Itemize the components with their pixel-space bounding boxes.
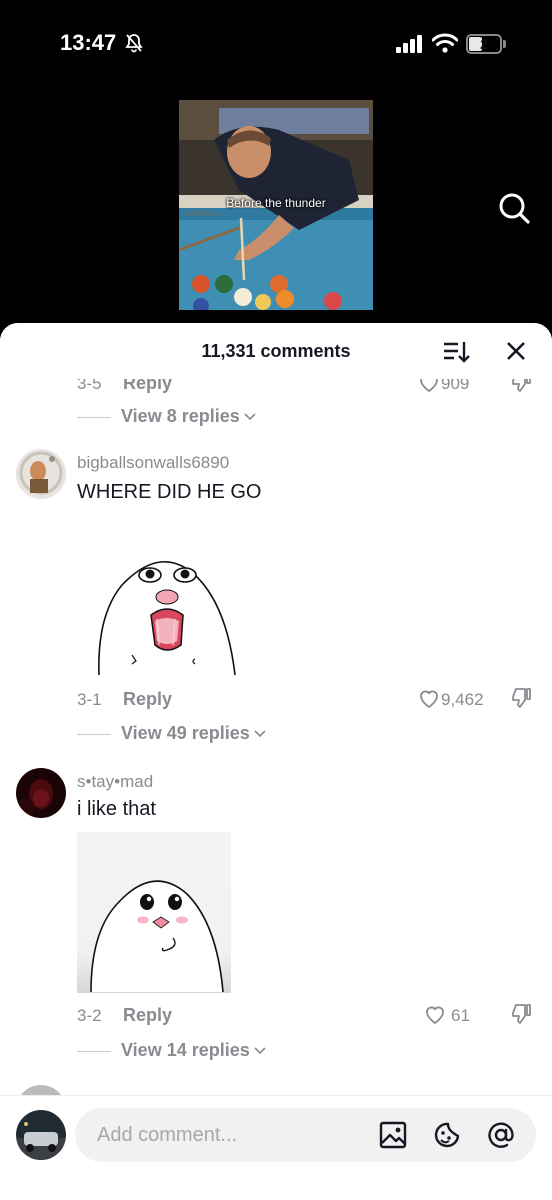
comment-sheet: 3-5 Reply 909 View 8 replies bigballsonw… xyxy=(0,323,552,1200)
dislike-icon[interactable] xyxy=(509,1002,533,1026)
chevron-down-icon xyxy=(254,1047,266,1055)
wifi-icon xyxy=(432,33,458,53)
chevron-down-icon xyxy=(244,413,256,421)
comment-input[interactable]: Add comment... xyxy=(75,1108,536,1162)
avatar[interactable] xyxy=(16,768,66,818)
close-icon[interactable] xyxy=(504,339,528,363)
view-replies-button[interactable]: View 49 replies xyxy=(77,723,377,747)
sort-icon[interactable] xyxy=(442,339,470,365)
view-replies-label: View 8 replies xyxy=(121,406,240,426)
like-count: 61 xyxy=(451,1006,470,1025)
comment-sticker-image[interactable] xyxy=(77,832,231,993)
view-replies-button[interactable]: View 8 replies xyxy=(77,406,377,430)
view-replies-label: View 14 replies xyxy=(121,1040,250,1060)
status-bar: 13:47 2 xyxy=(0,0,552,90)
comment-list[interactable]: 3-5 Reply 909 View 8 replies bigballsonw… xyxy=(0,323,552,1200)
comment-date: 3-1 xyxy=(77,690,102,709)
comment-username[interactable]: s•tay•mad xyxy=(77,772,153,792)
heart-icon[interactable] xyxy=(417,686,441,710)
battery-indicator: 2 xyxy=(466,34,502,54)
avatar[interactable] xyxy=(16,449,66,499)
comment-text: WHERE DID HE GO xyxy=(77,481,262,503)
view-replies-label: View 49 replies xyxy=(121,723,250,743)
dislike-icon[interactable] xyxy=(509,686,533,710)
battery-level: 2 xyxy=(480,36,488,52)
my-avatar[interactable] xyxy=(16,1110,66,1160)
video-area[interactable]: SAUERLA Before the thunder xyxy=(0,90,552,330)
chevron-down-icon xyxy=(254,730,266,738)
comment-text: i like that xyxy=(77,798,156,820)
signal-icon xyxy=(396,35,422,53)
comment-meta: 3-1 Reply 9,462 xyxy=(77,686,537,712)
divider xyxy=(77,1051,111,1052)
comments-header: 11,331 comments xyxy=(0,323,552,379)
view-replies-button[interactable]: View 14 replies xyxy=(77,1040,377,1064)
comment-date: 3-2 xyxy=(77,1006,102,1025)
reply-button[interactable]: Reply xyxy=(123,1005,172,1026)
comment-meta: 3-2 Reply 61 xyxy=(77,1002,537,1028)
comment-input-placeholder: Add comment... xyxy=(97,1124,238,1146)
comment-sticker-image[interactable] xyxy=(77,545,247,677)
emoji-icon[interactable] xyxy=(433,1121,461,1149)
image-icon[interactable] xyxy=(379,1121,407,1149)
comment-username[interactable]: bigballsonwalls6890 xyxy=(77,453,229,473)
status-time: 13:47 xyxy=(60,30,117,55)
heart-icon[interactable] xyxy=(423,1002,447,1026)
comment-input-bar: Add comment... xyxy=(0,1095,552,1200)
bell-off-icon xyxy=(125,34,143,53)
search-icon[interactable] xyxy=(496,190,532,226)
at-icon[interactable] xyxy=(487,1121,515,1149)
divider xyxy=(77,734,111,735)
video-caption: Before the thunder xyxy=(226,196,326,210)
video-thumbnail[interactable]: SAUERLA Before the thunder xyxy=(179,100,373,310)
like-count: 9,462 xyxy=(441,690,484,709)
svg-text:SAUERLA: SAUERLA xyxy=(185,209,222,218)
battery-nub xyxy=(503,40,506,48)
divider xyxy=(77,417,111,418)
reply-button[interactable]: Reply xyxy=(123,689,172,710)
